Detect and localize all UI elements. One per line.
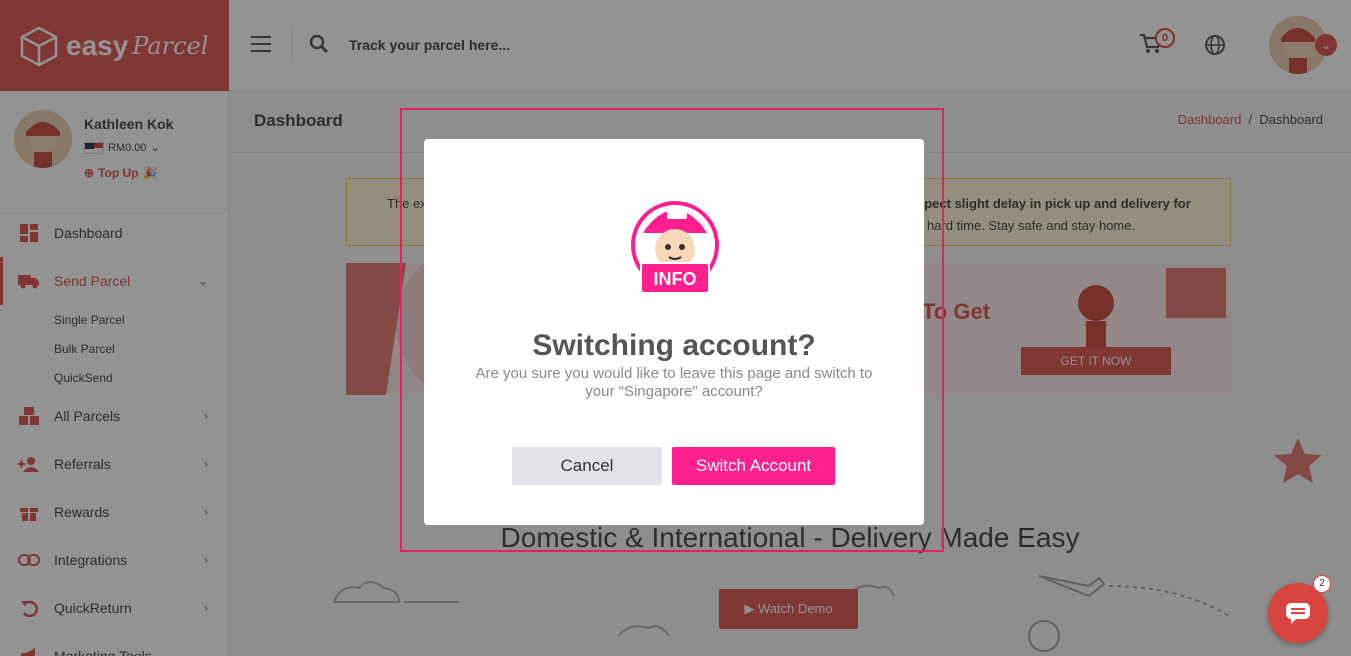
info-mascot-icon: INFO [631, 201, 719, 294]
chat-bubble-icon [1286, 603, 1310, 624]
cancel-button[interactable]: Cancel [512, 447, 662, 485]
switch-account-dialog: INFO Switching account? Are you sure you… [424, 139, 924, 525]
dialog-title: Switching account? [532, 329, 816, 362]
switch-account-button[interactable]: Switch Account [672, 447, 835, 485]
mascot-label: INFO [654, 269, 697, 289]
dialog-message: Are you sure you would like to leave thi… [475, 365, 873, 400]
chat-unread-badge: 2 [1313, 575, 1331, 593]
